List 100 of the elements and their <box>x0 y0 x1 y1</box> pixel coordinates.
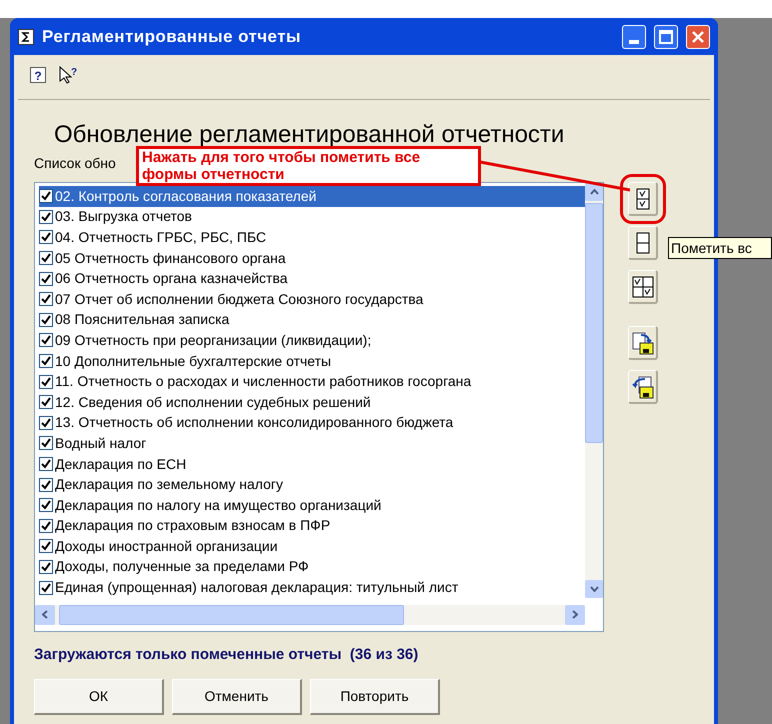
checkbox[interactable] <box>39 210 53 224</box>
report-item[interactable]: 10 Дополнительные бухгалтерские отчеты <box>39 350 585 372</box>
dialog-button[interactable]: Отменить <box>172 678 302 714</box>
check-icon <box>41 520 51 531</box>
horizontal-scrollbar[interactable] <box>35 604 585 624</box>
report-label: Декларация по земельному налогу <box>55 475 284 494</box>
report-label: 11. Отчетность о расходах и численности работников госоргана <box>55 372 472 392</box>
report-label: Декларация по ЕСН <box>55 454 186 474</box>
toolbar-button[interactable] <box>628 182 658 216</box>
checkbox-grid-icon <box>632 276 654 298</box>
report-item[interactable]: 11. Отчетность о расходах и численности работников госоргана <box>39 371 585 392</box>
report-label: 08 Пояснительная записка <box>55 310 230 330</box>
report-label: 10 Дополнительные бухгалтерские отчеты <box>55 352 332 371</box>
report-item[interactable]: Декларация по налогу на имущество организаций <box>39 494 585 516</box>
checkbox[interactable] <box>39 478 53 492</box>
document-floppy-icon <box>630 374 654 398</box>
report-item[interactable]: 07 Отчет об исполнении бюджета Союзного государства <box>39 288 585 310</box>
check-icon <box>41 562 51 572</box>
list-label: Список обно <box>34 154 116 173</box>
report-item[interactable]: 03. Выгрузка отчетов <box>39 206 585 228</box>
report-label: Декларация по страховым взносам в ПФР <box>55 516 330 536</box>
scroll-up-icon <box>590 189 598 195</box>
report-label: 12. Сведения об исполнении судебных решений <box>55 392 371 412</box>
maximize-button[interactable] <box>654 24 678 48</box>
maximize-icon <box>659 30 673 44</box>
report-label: Единая (упрощенная) налоговая декларация: титульный лист <box>55 578 458 598</box>
scroll-down-icon <box>590 586 598 592</box>
checkbox[interactable] <box>39 292 53 306</box>
checkbox[interactable] <box>39 333 53 348</box>
report-label: 09 Отчетность при реорганизации (ликвидации); <box>55 330 372 350</box>
report-item[interactable]: 04. Отчетность ГРБС, РБС, ПБС <box>39 227 585 248</box>
vertical-scrollbar[interactable] <box>585 183 603 598</box>
tooltip: Пометить вс <box>668 237 772 259</box>
report-item[interactable]: Декларация по страховым взносам в ПФР <box>39 516 585 536</box>
check-icon <box>41 418 51 428</box>
checkbox[interactable] <box>39 436 53 450</box>
report-item[interactable]: Декларация по ЕСН <box>39 454 585 474</box>
checkbox[interactable] <box>39 560 53 574</box>
checkbox[interactable] <box>39 272 53 286</box>
check-icon <box>41 582 51 593</box>
report-item[interactable]: 09 Отчетность при реорганизации (ликвидации); <box>39 330 585 351</box>
checkbox[interactable] <box>39 498 53 512</box>
dialog-button[interactable]: Повторить <box>310 678 440 714</box>
toolbar-button[interactable] <box>628 270 658 304</box>
checkbox[interactable] <box>39 230 53 244</box>
close-button[interactable] <box>686 24 710 48</box>
help-icon[interactable]: ? <box>30 67 46 83</box>
checkbox[interactable] <box>39 518 53 533</box>
minimize-button[interactable] <box>622 24 646 48</box>
check-icon <box>41 335 51 346</box>
report-label: Доходы иностранной организации <box>55 536 278 556</box>
report-item[interactable]: Единая (упрощенная) налоговая декларация: титульный лист <box>39 577 585 598</box>
check-icon <box>41 274 51 284</box>
checkbox[interactable] <box>39 457 53 472</box>
close-icon <box>691 30 705 44</box>
check-icon <box>41 253 51 264</box>
toolbar-button[interactable] <box>628 370 658 404</box>
callout: Нажать для того чтобы пометить все формы отчетности <box>136 146 481 186</box>
status-text: Загружаются только помеченные отчеты (36 из 36) <box>34 645 420 665</box>
report-label: Водный налог <box>55 434 146 453</box>
check-icon <box>41 356 51 366</box>
toolbar-button[interactable] <box>628 226 658 260</box>
scroll-right-icon <box>572 610 578 619</box>
report-item[interactable]: 12. Сведения об исполнении судебных решений <box>39 392 585 413</box>
document-floppy-icon <box>630 330 654 354</box>
toolbar-button[interactable] <box>628 326 658 360</box>
report-label: 03. Выгрузка отчетов <box>55 207 192 226</box>
checkbox[interactable] <box>39 312 53 327</box>
report-item[interactable]: Доходы, полученные за пределами РФ <box>39 556 585 578</box>
report-item[interactable]: Доходы иностранной организации <box>39 536 585 557</box>
report-label: 07 Отчет об исполнении бюджета Союзного государства <box>55 290 424 309</box>
dialog-button[interactable]: ОК <box>34 678 164 714</box>
check-icon <box>41 397 51 408</box>
report-item[interactable]: 05 Отчетность финансового органа <box>39 248 585 268</box>
checkbox[interactable] <box>39 416 53 430</box>
checkbox[interactable] <box>39 374 53 389</box>
check-icon <box>41 314 51 325</box>
checkbox[interactable] <box>39 189 53 204</box>
report-item[interactable]: 02. Контроль согласования показателей <box>39 186 585 207</box>
checkbox[interactable] <box>39 354 53 368</box>
check-icon <box>41 438 51 448</box>
check-icon <box>41 541 51 552</box>
report-label: Декларация по налогу на имущество организаций <box>55 496 382 515</box>
check-icon <box>41 191 51 202</box>
check-icon <box>41 294 51 304</box>
report-item[interactable]: Водный налог <box>39 433 585 454</box>
report-item[interactable]: 08 Пояснительная записка <box>39 310 585 330</box>
report-label: 05 Отчетность финансового органа <box>55 248 286 268</box>
report-label: 04. Отчетность ГРБС, РБС, ПБС <box>55 228 266 247</box>
check-icon <box>41 232 51 242</box>
checkbox[interactable] <box>39 251 53 266</box>
checkbox[interactable] <box>39 539 53 554</box>
report-item[interactable]: 13. Отчетность об исполнении консолидированного бюджета <box>39 412 585 434</box>
sigma-icon <box>18 28 34 44</box>
window-title: Регламентированные отчеты <box>42 26 302 48</box>
checkbox[interactable] <box>39 395 53 410</box>
report-item[interactable]: Декларация по земельному налогу <box>39 474 585 495</box>
checkbox[interactable] <box>39 580 53 595</box>
check-icon <box>41 212 51 222</box>
report-item[interactable]: 06 Отчетность органа казначейства <box>39 268 585 289</box>
